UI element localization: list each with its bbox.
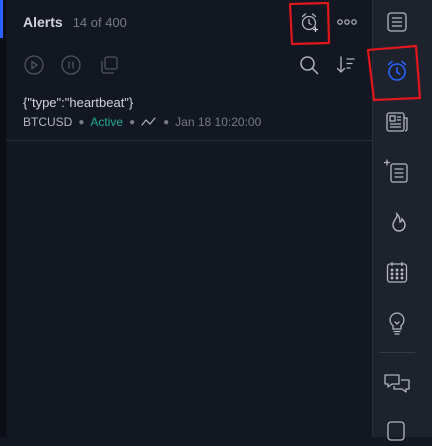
right-sidebar bbox=[373, 0, 432, 441]
search-icon bbox=[300, 56, 319, 75]
alerts-count: 14 of 400 bbox=[72, 14, 127, 30]
calendar-icon bbox=[386, 262, 408, 283]
sidebar-bottom-button[interactable] bbox=[381, 414, 413, 446]
more-horizontal-icon bbox=[337, 19, 357, 25]
sidebar-ideas-button[interactable] bbox=[381, 155, 413, 187]
pause-circle-icon bbox=[61, 55, 81, 75]
more-button[interactable] bbox=[332, 7, 362, 37]
sidebar-watchlist-button[interactable] bbox=[381, 6, 413, 38]
search-button[interactable] bbox=[296, 52, 322, 78]
hotlist-fire-icon bbox=[392, 212, 406, 232]
panel-icon bbox=[387, 421, 405, 441]
alert-time: Jan 18 10:20:00 bbox=[175, 115, 262, 129]
separator-dot: ● bbox=[129, 116, 136, 128]
sidebar-chat-button[interactable] bbox=[381, 368, 413, 400]
pause-button[interactable] bbox=[58, 52, 84, 78]
lightbulb-icon bbox=[389, 312, 405, 335]
trend-line-icon bbox=[141, 117, 156, 126]
sidebar-hotlists-button[interactable] bbox=[381, 208, 413, 240]
play-circle-icon bbox=[24, 55, 44, 75]
clone-button[interactable] bbox=[96, 52, 122, 78]
ideas-stream-icon bbox=[384, 159, 408, 183]
alarm-plus-icon bbox=[301, 13, 319, 33]
alert-list-item[interactable]: {"type":"heartbeat"} BTCUSD ● Active ● ●… bbox=[6, 86, 372, 141]
add-alert-button[interactable] bbox=[295, 7, 325, 37]
chat-icon bbox=[384, 374, 410, 393]
alert-name: {"type":"heartbeat"} bbox=[23, 95, 134, 110]
watchlist-icon bbox=[387, 12, 407, 32]
alerts-panel: Alerts 14 of 400 {"type":"heartbeat"} BT… bbox=[6, 0, 372, 437]
sort-button[interactable] bbox=[333, 52, 359, 78]
alerts-header: Alerts 14 of 400 bbox=[6, 0, 372, 44]
alert-symbol: BTCUSD bbox=[23, 115, 73, 129]
sidebar-news-button[interactable] bbox=[381, 106, 413, 138]
panel-title: Alerts bbox=[23, 14, 63, 30]
sidebar-help-button[interactable] bbox=[381, 307, 413, 339]
separator-dot: ● bbox=[163, 116, 170, 128]
news-icon bbox=[386, 112, 408, 132]
sidebar-calendar-button[interactable] bbox=[381, 256, 413, 288]
sidebar-alerts-button[interactable] bbox=[381, 55, 413, 87]
left-accent bbox=[0, 0, 3, 38]
sidebar-separator bbox=[379, 352, 415, 353]
sort-icon bbox=[336, 56, 355, 73]
alert-meta: BTCUSD ● Active ● ● Jan 18 10:20:00 bbox=[23, 115, 261, 129]
alerts-toolbar bbox=[6, 48, 372, 82]
clone-icon bbox=[101, 56, 118, 74]
play-button[interactable] bbox=[21, 52, 47, 78]
separator-dot: ● bbox=[78, 116, 85, 128]
alert-status: Active bbox=[90, 115, 124, 129]
alarm-clock-icon bbox=[387, 60, 407, 81]
